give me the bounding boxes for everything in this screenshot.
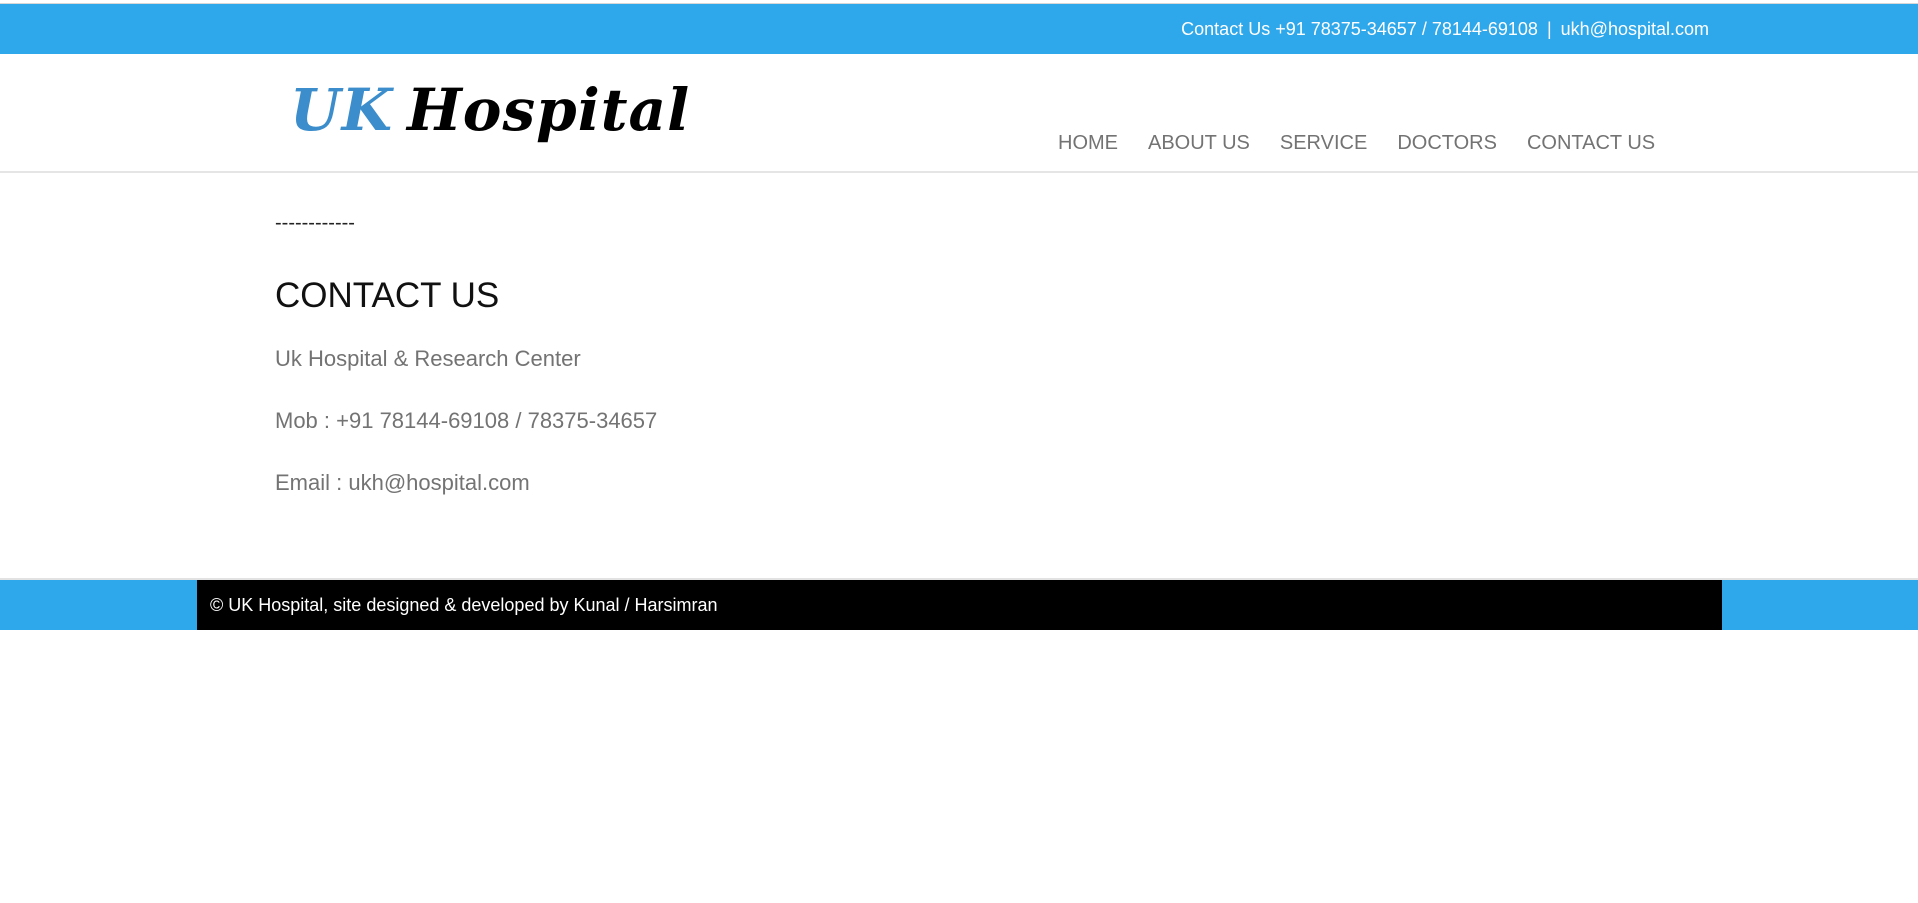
nav-about-us[interactable]: ABOUT US xyxy=(1148,123,1250,163)
nav-doctors[interactable]: DOCTORS xyxy=(1397,123,1497,163)
dash-divider: ------------ xyxy=(275,212,355,234)
hospital-name: Uk Hospital & Research Center xyxy=(275,346,581,371)
footer-copyright: © UK Hospital, site designed & developed… xyxy=(210,595,718,615)
logo-hospital: Hospital xyxy=(407,76,691,144)
email-line: Email : ukh@hospital.com xyxy=(275,470,530,495)
nav-service[interactable]: SERVICE xyxy=(1280,123,1367,163)
nav-contact-us[interactable]: CONTACT US xyxy=(1527,123,1655,163)
footer-band: © UK Hospital, site designed & developed… xyxy=(0,578,1918,630)
top-contact-text: Contact Us +91 78375-34657 / 78144-69108… xyxy=(1181,4,1709,54)
main-content: ------------ CONTACT US Uk Hospital & Re… xyxy=(275,210,657,498)
top-contact-email[interactable]: ukh@hospital.com xyxy=(1561,19,1709,39)
nav-home[interactable]: HOME xyxy=(1058,123,1118,163)
main-nav: HOME ABOUT US SERVICE DOCTORS CONTACT US xyxy=(1058,123,1685,163)
logo-uk: UK xyxy=(290,76,393,144)
site-header: UK Hospital HOME ABOUT US SERVICE DOCTORS… xyxy=(0,55,1918,173)
mobile-numbers: Mob : +91 78144-69108 / 78375-34657 xyxy=(275,408,658,433)
top-contact-bar: Contact Us +91 78375-34657 / 78144-69108… xyxy=(0,3,1918,54)
page-title: CONTACT US xyxy=(275,276,500,315)
top-contact-separator: | xyxy=(1546,19,1552,39)
footer: © UK Hospital, site designed & developed… xyxy=(197,580,1722,630)
site-logo[interactable]: UK Hospital xyxy=(290,75,690,145)
top-contact-phones: Contact Us +91 78375-34657 / 78144-69108 xyxy=(1181,19,1538,39)
